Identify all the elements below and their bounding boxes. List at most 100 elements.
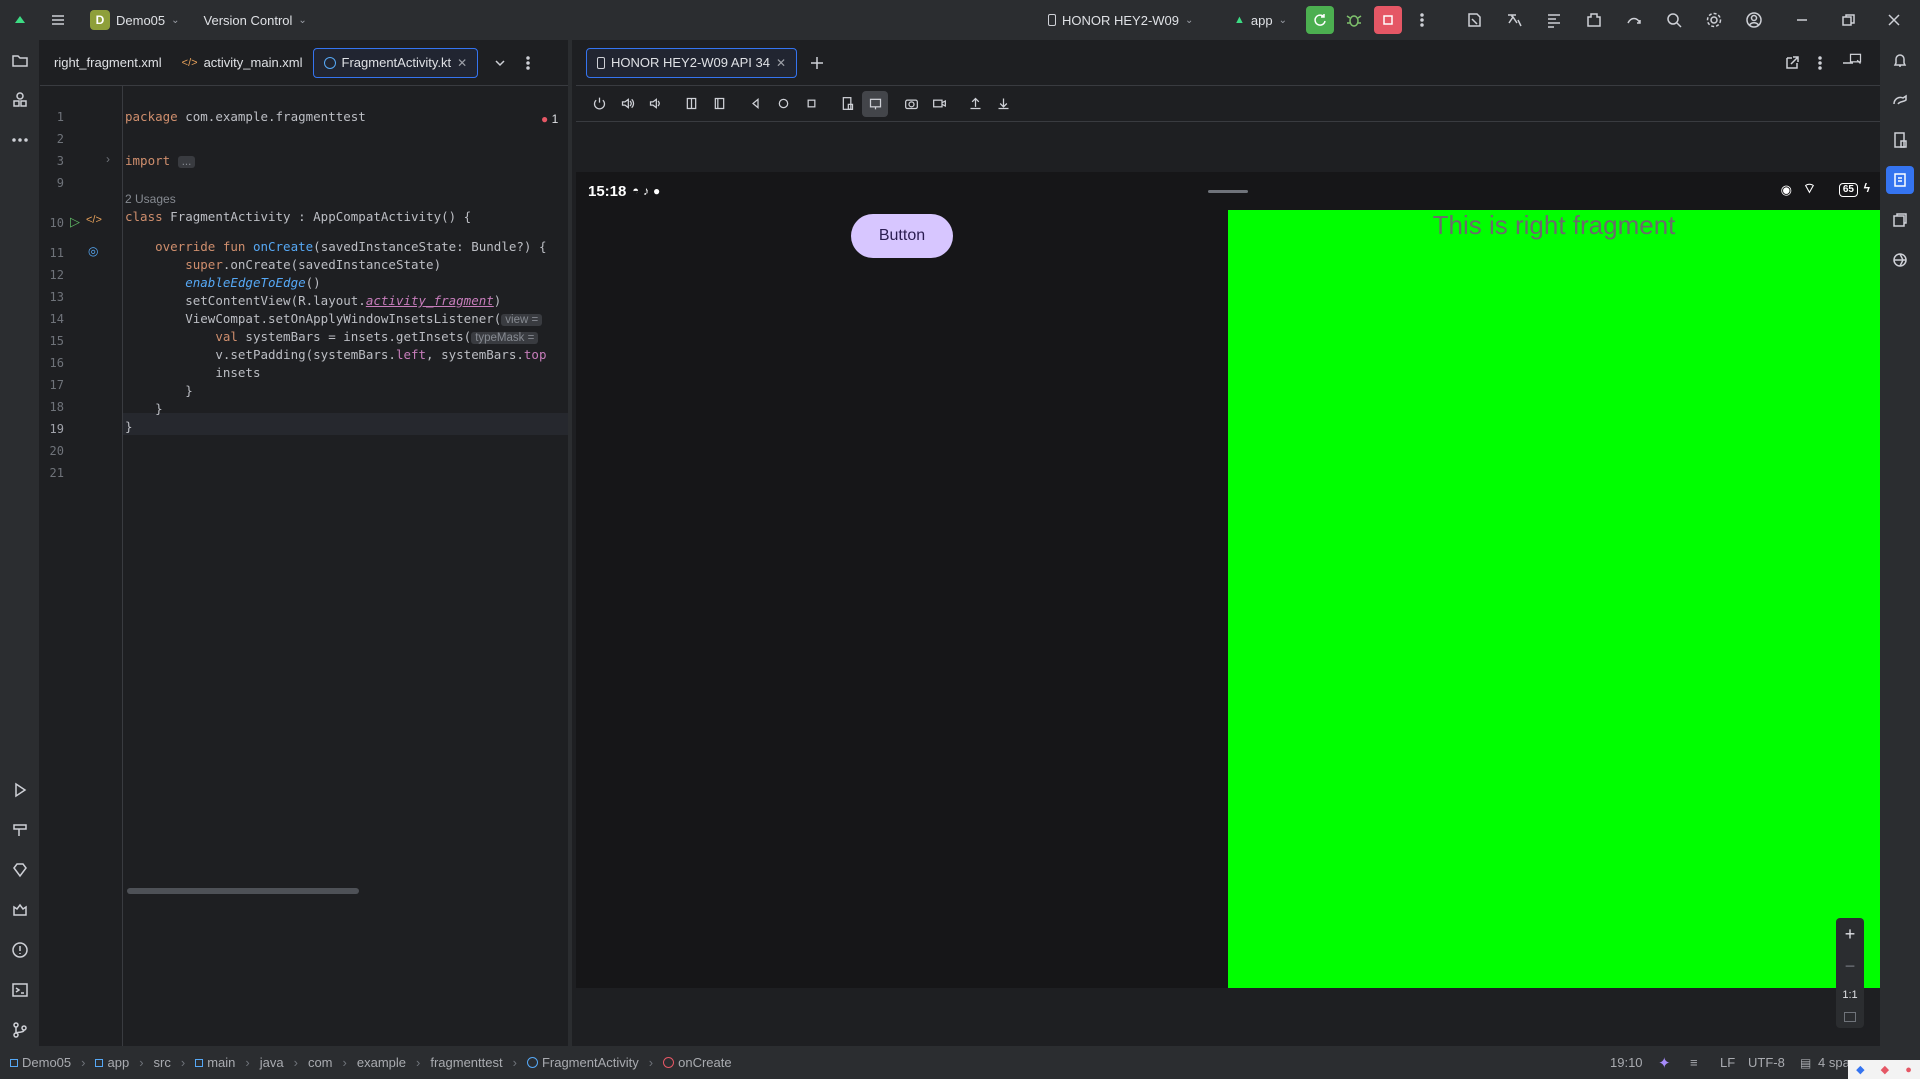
tab-fragment-activity-kt[interactable]: FragmentActivity.kt ✕	[312, 47, 479, 78]
restore-window-icon[interactable]	[1834, 6, 1862, 34]
close-window-icon[interactable]	[1880, 6, 1908, 34]
override-gutter-icon[interactable]: ◎	[88, 244, 98, 258]
tab-activity-main-xml[interactable]: </> activity_main.xml	[172, 48, 313, 78]
rotate-right-icon[interactable]	[706, 91, 732, 117]
screen-record-icon[interactable]	[926, 91, 952, 117]
horizontal-scrollbar[interactable]	[127, 888, 359, 894]
breadcrumb-item[interactable]: com	[308, 1055, 333, 1070]
eye-icon: ◉	[1780, 182, 1792, 197]
breadcrumb-item[interactable]: java	[260, 1055, 284, 1070]
problems-icon[interactable]	[6, 936, 34, 964]
more-tools-icon[interactable]	[6, 126, 34, 154]
code-editor[interactable]: package com.example.fragmenttest ● 1 imp…	[122, 86, 568, 1046]
stop-button[interactable]	[1374, 6, 1402, 34]
tray-app-icon[interactable]: ●	[1905, 1064, 1912, 1076]
run-config-selector[interactable]: ▲ app ⌄	[1226, 6, 1295, 34]
open-external-icon[interactable]	[1778, 49, 1806, 77]
tabs-dropdown-icon[interactable]	[486, 49, 514, 77]
app-button[interactable]: Button	[851, 214, 953, 258]
logcat-icon[interactable]	[6, 896, 34, 924]
gem-icon[interactable]	[6, 856, 34, 884]
close-tab-icon[interactable]: ✕	[776, 56, 786, 70]
class-icon	[526, 1057, 538, 1068]
breadcrumb-item[interactable]: Demo05	[22, 1055, 71, 1070]
more-tab-actions-icon[interactable]	[514, 49, 542, 77]
gear-icon[interactable]	[1700, 6, 1728, 34]
account-icon[interactable]	[1740, 6, 1768, 34]
sync-icon[interactable]	[1620, 6, 1648, 34]
device-frame-icon[interactable]	[834, 91, 860, 117]
translate-icon[interactable]	[1500, 6, 1528, 34]
main-menu-icon[interactable]	[44, 6, 72, 34]
line-number: 2	[56, 132, 64, 146]
more-actions-icon[interactable]	[1408, 6, 1436, 34]
ai-assistant-icon[interactable]: ✦	[1658, 1054, 1671, 1072]
minimize-window-icon[interactable]	[1788, 6, 1816, 34]
terminal-icon[interactable]	[6, 976, 34, 1004]
resource-manager-icon[interactable]	[6, 86, 34, 114]
zoom-out-button[interactable]: −	[1845, 956, 1856, 977]
tray-app-icon[interactable]: ◆	[1856, 1063, 1864, 1076]
upload-icon[interactable]	[962, 91, 988, 117]
android-icon: ▲	[1234, 14, 1245, 26]
zoom-in-button[interactable]: +	[1845, 924, 1856, 945]
tab-right-fragment-xml[interactable]: right_fragment.xml	[44, 48, 172, 78]
app-inspection-icon[interactable]	[1886, 246, 1914, 274]
home-icon[interactable]	[770, 91, 796, 117]
breadcrumb-item[interactable]: main	[207, 1055, 235, 1070]
breadcrumb-item[interactable]: onCreate	[678, 1055, 731, 1070]
indent-setting[interactable]: 4 spa	[1818, 1055, 1850, 1070]
more-options-icon[interactable]	[1806, 49, 1834, 77]
tab-label: right_fragment.xml	[54, 55, 162, 70]
tab-device-honor[interactable]: HONOR HEY2-W09 API 34 ✕	[586, 47, 798, 78]
overview-icon[interactable]	[798, 91, 824, 117]
cursor-select-icon[interactable]	[1460, 6, 1488, 34]
folded-imports[interactable]: ...	[177, 156, 196, 168]
zoom-actual-size-button[interactable]: 1:1	[1842, 989, 1857, 1001]
download-icon[interactable]	[990, 91, 1016, 117]
fold-chevron-icon[interactable]: ›	[106, 152, 110, 166]
breadcrumb-item[interactable]: example	[357, 1055, 406, 1070]
breadcrumb-item[interactable]: src	[154, 1055, 171, 1070]
soft-wrap-icon[interactable]: ≡	[1690, 1055, 1698, 1070]
add-device-icon[interactable]	[803, 49, 831, 77]
volume-down-icon[interactable]	[642, 91, 668, 117]
project-selector[interactable]: D Demo05 ⌄	[82, 6, 188, 34]
zoom-fit-icon[interactable]	[1844, 1012, 1856, 1023]
breadcrumb-item[interactable]: FragmentActivity	[542, 1055, 639, 1070]
layout-gutter-icon[interactable]: </>	[86, 214, 102, 226]
caret-position[interactable]: 19:10	[1610, 1055, 1643, 1070]
version-control-menu[interactable]: Version Control ⌄	[196, 6, 315, 34]
close-tab-icon[interactable]: ✕	[457, 56, 467, 70]
git-branch-icon[interactable]	[6, 1016, 34, 1044]
run-tool-icon[interactable]	[6, 776, 34, 804]
gradle-icon[interactable]	[1886, 86, 1914, 114]
structure-icon[interactable]	[1540, 6, 1568, 34]
plugin-icon[interactable]	[1580, 6, 1608, 34]
debug-icon[interactable]	[1340, 6, 1368, 34]
back-icon[interactable]	[742, 91, 768, 117]
problems-indicator[interactable]: ● 1	[541, 112, 558, 126]
tray-app-icon[interactable]: ◆	[1881, 1063, 1889, 1076]
volume-up-icon[interactable]	[614, 91, 640, 117]
file-encoding[interactable]: UTF-8	[1748, 1055, 1785, 1070]
run-gutter-icon[interactable]: ▷	[70, 214, 80, 230]
breadcrumb-item[interactable]: app	[107, 1055, 129, 1070]
line-separator[interactable]: LF	[1720, 1055, 1735, 1070]
running-devices-icon[interactable]	[1886, 166, 1914, 194]
device-settings-icon[interactable]	[1842, 45, 1868, 71]
search-icon[interactable]	[1660, 6, 1688, 34]
device-selector[interactable]: HONOR HEY2-W09 ⌄	[1040, 6, 1201, 34]
rerun-button[interactable]	[1306, 6, 1334, 34]
screenshot-icon[interactable]	[898, 91, 924, 117]
device-manager-icon[interactable]	[1886, 126, 1914, 154]
project-folder-icon[interactable]	[6, 46, 34, 74]
build-icon[interactable]	[6, 816, 34, 844]
rotate-left-icon[interactable]	[678, 91, 704, 117]
power-icon[interactable]	[586, 91, 612, 117]
device-explorer-icon[interactable]	[1886, 206, 1914, 234]
notifications-icon[interactable]	[1886, 46, 1914, 74]
breadcrumb-item[interactable]: fragmenttest	[430, 1055, 502, 1070]
mirror-input-icon[interactable]	[862, 90, 888, 117]
phone-status-bar: 15:18 ◓ ♪ ● ◉ ⌔ 65 ϟ	[576, 172, 1880, 210]
